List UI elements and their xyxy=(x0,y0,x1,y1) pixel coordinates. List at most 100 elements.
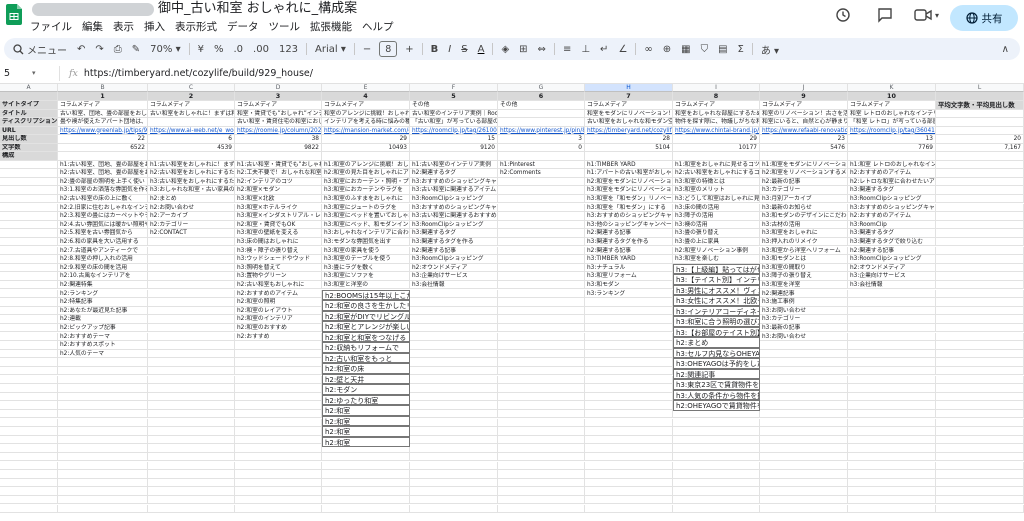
structure-cell[interactable]: h1:古い和室のインテリア実例 xyxy=(410,160,498,170)
empty-cell[interactable] xyxy=(148,375,235,385)
empty-cell[interactable] xyxy=(410,478,498,488)
empty-cell[interactable] xyxy=(498,366,585,376)
structure-cell[interactable]: h2:カテゴリー xyxy=(148,220,235,230)
boxed-structure-cell[interactable]: h2:和室の良さを生かしたリビン xyxy=(322,300,410,311)
cell-chars[interactable]: 4539 xyxy=(148,143,235,152)
structure-cell[interactable]: h3:おすすめのショッピングキャンペーン xyxy=(410,203,498,213)
cell-headings[interactable]: 20 xyxy=(936,135,1024,144)
structure-cell[interactable]: h3:どうして和室はおしゃれに見えるのか xyxy=(673,194,760,204)
font-size-increase-icon[interactable]: + xyxy=(400,38,418,60)
empty-cell[interactable] xyxy=(848,470,936,479)
structure-cell[interactable]: h2:あなたが最近見た記事 xyxy=(58,306,148,316)
cell-title[interactable] xyxy=(936,109,1024,118)
structure-cell[interactable]: h3:和室の特徴とは xyxy=(673,177,760,187)
structure-cell-empty[interactable] xyxy=(936,194,1024,204)
empty-cell[interactable] xyxy=(410,375,498,385)
cell-kousei[interactable] xyxy=(58,152,148,161)
structure-cell[interactable]: h2:畳の部屋の照明を上手く使い xyxy=(58,177,148,187)
empty-cell[interactable] xyxy=(936,435,1024,445)
structure-cell[interactable]: h2:古い和室の床の上に敷く xyxy=(58,194,148,204)
structure-cell[interactable]: h3:和室×インダストリアル・レトロ xyxy=(235,212,322,221)
name-box[interactable]: 5 ▾ xyxy=(0,65,60,81)
structure-cell[interactable] xyxy=(148,263,235,273)
structure-cell-empty[interactable] xyxy=(936,323,1024,333)
empty-cell[interactable] xyxy=(0,478,58,488)
structure-cell[interactable] xyxy=(148,255,235,264)
empty-cell[interactable] xyxy=(498,358,585,367)
empty-cell[interactable] xyxy=(848,487,936,496)
empty-cell[interactable] xyxy=(498,504,585,514)
structure-cell[interactable]: h2:まとめ xyxy=(148,194,235,204)
formula-input[interactable]: https://timberyard.net/cozylife/build/92… xyxy=(84,68,313,79)
cell-url[interactable]: https://www.greenlab.jp/tips/9298 xyxy=(58,126,148,135)
structure-cell[interactable]: h1:古い和室をおしゃれに！まずは和室の xyxy=(148,160,235,170)
structure-cell[interactable]: h3:和モダンとは xyxy=(760,255,848,264)
structure-cell[interactable]: h3:和モダンのデザインにこだわる xyxy=(760,212,848,221)
empty-cell[interactable] xyxy=(148,392,235,402)
structure-cell[interactable]: h3:おしゃれな和室・古い家具の上手な使い xyxy=(148,186,235,195)
empty-cell[interactable] xyxy=(148,401,235,410)
cell-desc[interactable]: 古い和室をおしゃれな和モダン空間へ xyxy=(585,118,673,127)
cell-kousei[interactable] xyxy=(410,152,498,161)
cell-desc[interactable]: 古い和室・賃貸住宅の和室におしゃれ xyxy=(235,118,322,127)
structure-cell[interactable]: h3:障子の張り替え xyxy=(760,272,848,281)
column-header-h[interactable]: H xyxy=(585,84,673,92)
structure-cell[interactable]: h3:和室におカーテンやラグを xyxy=(322,186,410,195)
structure-cell[interactable] xyxy=(848,341,936,350)
empty-cell[interactable] xyxy=(585,358,673,367)
structure-cell[interactable]: h3:RoomClipショッピング xyxy=(848,255,936,264)
empty-cell[interactable] xyxy=(498,384,585,393)
structure-cell[interactable] xyxy=(498,186,585,195)
empty-cell[interactable] xyxy=(848,366,936,376)
structure-cell[interactable] xyxy=(585,341,673,350)
menu-file[interactable]: ファイル xyxy=(30,19,72,34)
structure-cell[interactable]: h3:おすすめのショッピングキャンペーン xyxy=(585,212,673,221)
structure-cell[interactable] xyxy=(498,298,585,307)
cell-chars[interactable]: 9822 xyxy=(235,143,322,152)
structure-cell[interactable]: h3:TIMBER YARD xyxy=(585,255,673,264)
empty-cell[interactable] xyxy=(410,470,498,479)
empty-cell[interactable] xyxy=(498,435,585,445)
structure-cell[interactable]: h2:和室×モダン xyxy=(235,186,322,195)
empty-cell[interactable] xyxy=(760,358,848,367)
structure-cell[interactable] xyxy=(498,306,585,316)
empty-cell[interactable] xyxy=(498,452,585,462)
structure-cell[interactable]: h2:5.和室を古い雰囲気から xyxy=(58,229,148,238)
empty-cell[interactable] xyxy=(148,435,235,445)
structure-cell[interactable]: h3:ランキング xyxy=(585,289,673,299)
cell-desc[interactable]: 「和室 レトロ」が写っている部屋のインテ xyxy=(848,118,936,127)
structure-cell[interactable] xyxy=(148,315,235,324)
empty-cell[interactable] xyxy=(148,461,235,471)
empty-cell[interactable] xyxy=(760,409,848,419)
text-color-button[interactable]: A xyxy=(473,38,490,60)
structure-cell[interactable] xyxy=(148,298,235,307)
empty-cell[interactable] xyxy=(848,401,936,410)
structure-cell[interactable]: h3:最新の記事 xyxy=(760,323,848,333)
structure-cell[interactable]: h3:企業向けサービス xyxy=(848,272,936,281)
empty-cell[interactable] xyxy=(148,384,235,393)
site-number-header[interactable]: 4 xyxy=(322,92,410,101)
empty-cell[interactable] xyxy=(410,384,498,393)
empty-cell[interactable] xyxy=(322,452,410,462)
bold-button[interactable]: B xyxy=(426,38,444,60)
site-number-header[interactable]: 1 xyxy=(58,92,148,101)
cell-url[interactable]: https://roomclip.jp/tag/360415 xyxy=(848,126,936,135)
filter-icon[interactable]: ⛉ xyxy=(696,38,714,60)
empty-cell[interactable] xyxy=(848,392,936,402)
empty-cell[interactable] xyxy=(148,504,235,514)
boxed-structure-cell[interactable]: h3:東京23区で賃貸物件を探す xyxy=(673,379,760,390)
structure-cell-empty[interactable] xyxy=(936,315,1024,324)
empty-cell[interactable] xyxy=(0,427,58,436)
structure-cell[interactable]: h2:レトロな和室に合わせたいアイテム xyxy=(848,177,936,187)
empty-cell[interactable] xyxy=(760,427,848,436)
structure-cell[interactable] xyxy=(498,289,585,299)
structure-cell[interactable]: h2:和室リノベーション事例 xyxy=(673,246,760,256)
empty-cell[interactable] xyxy=(148,444,235,453)
structure-cell[interactable]: h2:最新の記事 xyxy=(760,177,848,187)
structure-cell[interactable]: h3:和室のふすまをおしゃれに xyxy=(322,194,410,204)
structure-cell[interactable] xyxy=(585,315,673,324)
structure-cell[interactable]: h3:RoomClip xyxy=(848,220,936,230)
boxed-structure-cell[interactable]: h2:古い和室をもっと xyxy=(322,352,410,363)
cell-url[interactable]: https://www.pinterest.jp/pin/8577469 xyxy=(498,126,585,135)
structure-cell[interactable]: h3:カテゴリー xyxy=(760,315,848,324)
